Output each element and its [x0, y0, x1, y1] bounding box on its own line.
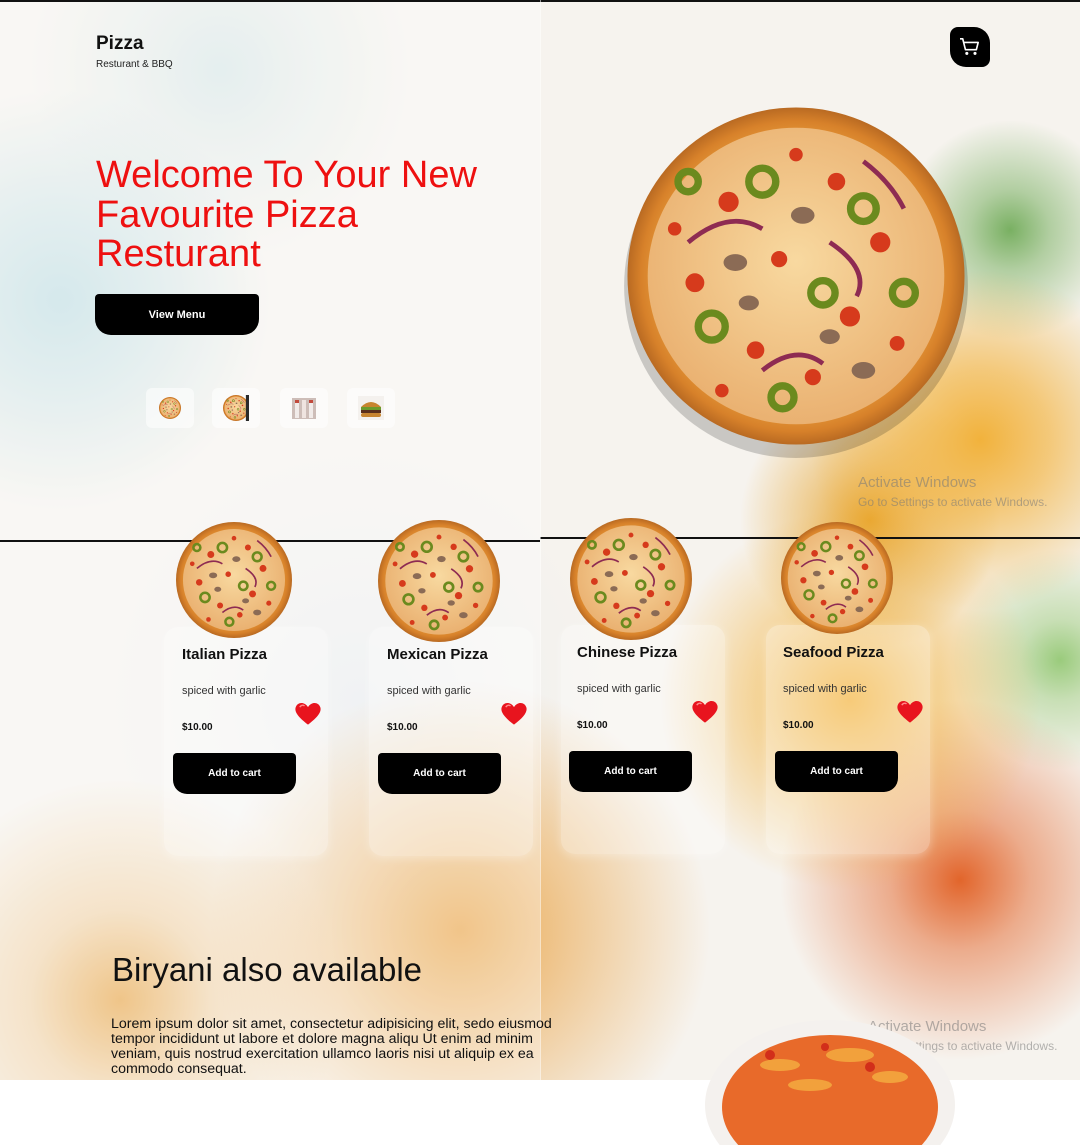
biryani-plate-image: [705, 1020, 955, 1145]
card-price: $10.00: [783, 720, 814, 731]
seafood-pizza-image: [781, 522, 893, 634]
card-price: $10.00: [182, 722, 213, 733]
hero-pizza-image: [614, 94, 978, 458]
add-to-cart-button[interactable]: Add to cart: [775, 751, 898, 792]
favorite-heart-icon[interactable]: [691, 698, 719, 724]
card-title: Mexican Pizza: [387, 646, 488, 663]
thumb-pizza-slice[interactable]: [212, 388, 260, 428]
card-description: spiced with garlic: [783, 683, 867, 695]
thumb-drinks[interactable]: [280, 388, 328, 428]
watermark-subtitle: Go to Settings to activate Windows.: [858, 495, 1048, 509]
burger-thumb-icon: [358, 396, 384, 420]
cart-button[interactable]: [950, 27, 990, 67]
card-title: Chinese Pizza: [577, 644, 678, 661]
pizza-slice-thumb-icon: [223, 395, 249, 421]
card-title: Italian Pizza: [182, 646, 268, 663]
favorite-heart-icon[interactable]: [294, 700, 322, 726]
view-menu-button[interactable]: View Menu: [95, 294, 259, 335]
card-price: $10.00: [387, 722, 418, 733]
panel-seam: [540, 0, 541, 1080]
card-description: spiced with garlic: [577, 683, 661, 695]
biryani-heading: Biryani also available: [112, 951, 423, 988]
italian-pizza-image: [176, 522, 292, 638]
card-price: $10.00: [577, 720, 608, 731]
card-title: Seafood Pizza: [783, 644, 884, 661]
thumb-burger[interactable]: [347, 388, 395, 428]
drinks-thumb-icon: [292, 398, 316, 419]
add-to-cart-button[interactable]: Add to cart: [569, 751, 692, 792]
brand: Pizza Resturant & BBQ: [96, 33, 173, 70]
card-description: spiced with garlic: [387, 685, 471, 697]
cart-icon: [960, 38, 980, 55]
brand-subtitle: Resturant & BBQ: [96, 59, 173, 70]
favorite-heart-icon[interactable]: [500, 700, 528, 726]
favorite-heart-icon[interactable]: [896, 698, 924, 724]
activate-windows-watermark: Activate Windows Go to Settings to activ…: [858, 474, 1047, 509]
card-description: spiced with garlic: [182, 685, 266, 697]
add-to-cart-button[interactable]: Add to cart: [378, 753, 501, 794]
pizza-thumb-icon: [159, 397, 181, 419]
chinese-pizza-image: [570, 518, 692, 640]
thumb-pizza[interactable]: [146, 388, 194, 428]
mexican-pizza-image: [378, 520, 500, 642]
watermark-title: Activate Windows: [858, 474, 977, 491]
biryani-description: Lorem ipsum dolor sit amet, consectetur …: [111, 1016, 552, 1077]
brand-title: Pizza: [96, 33, 144, 54]
hero-title: Welcome To Your New Favourite Pizza Rest…: [96, 154, 477, 275]
add-to-cart-button[interactable]: Add to cart: [173, 753, 296, 794]
